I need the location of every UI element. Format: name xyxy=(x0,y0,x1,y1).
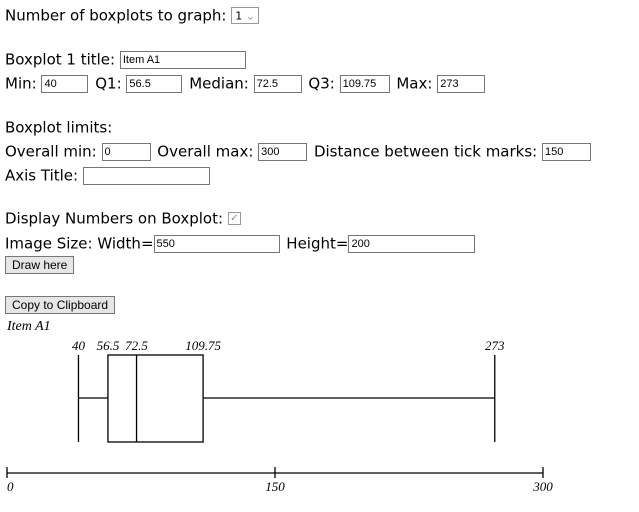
value-label: 273 xyxy=(485,338,505,353)
count-select[interactable]: 1 ⌄ xyxy=(231,7,259,24)
value-label: 109.75 xyxy=(185,338,221,353)
height-input[interactable] xyxy=(348,234,476,253)
display-numbers-checkbox[interactable]: ✓ xyxy=(227,212,241,225)
title-input[interactable] xyxy=(119,50,246,69)
boxplot-chart: Item A1 40 56.5 72.5 109.75 273 0 150 300 xyxy=(6,319,553,494)
draw-button[interactable]: Draw here xyxy=(5,256,75,274)
min-label: Min: xyxy=(5,74,37,93)
overall-min-label: Overall min: xyxy=(5,142,97,161)
size-label: Image Size: Width= xyxy=(5,234,154,253)
median-input[interactable] xyxy=(253,74,302,93)
max-label: Max: xyxy=(396,74,433,93)
q3-input[interactable] xyxy=(339,74,390,93)
tick-label: 300 xyxy=(532,479,553,494)
tick-label: 0 xyxy=(7,479,14,494)
value-label: 56.5 xyxy=(97,338,120,353)
q1-label: Q1: xyxy=(95,74,122,93)
max-input[interactable] xyxy=(437,74,486,93)
count-row: Number of boxplots to graph: 1 ⌄ xyxy=(5,6,259,25)
value-label: 40 xyxy=(72,338,86,353)
title-label: Boxplot 1 title: xyxy=(5,50,116,69)
overall-max-input[interactable] xyxy=(258,142,308,161)
chevron-down-icon: ⌄ xyxy=(245,9,255,23)
iqr-box xyxy=(107,354,204,443)
value-label: 72.5 xyxy=(125,338,148,353)
axis-title-label: Axis Title: xyxy=(5,166,79,185)
tick-distance-input[interactable] xyxy=(542,142,591,161)
chart-title: Item A1 xyxy=(6,319,51,334)
count-label: Number of boxplots to graph: xyxy=(5,6,227,25)
overall-max-label: Overall max: xyxy=(157,142,254,161)
axis-title-input[interactable] xyxy=(82,166,210,185)
limits-heading: Boxplot limits: xyxy=(5,118,113,137)
display-numbers-label: Display Numbers on Boxplot: xyxy=(5,209,224,228)
width-input[interactable] xyxy=(153,234,280,253)
median-label: Median: xyxy=(189,74,249,93)
q1-input[interactable] xyxy=(126,74,183,93)
min-input[interactable] xyxy=(41,74,89,93)
tick-distance-label: Distance between tick marks: xyxy=(313,142,538,161)
tick-label: 150 xyxy=(265,479,285,494)
q3-label: Q3: xyxy=(308,74,335,93)
height-label: Height= xyxy=(286,234,349,253)
overall-min-input[interactable] xyxy=(101,142,151,161)
